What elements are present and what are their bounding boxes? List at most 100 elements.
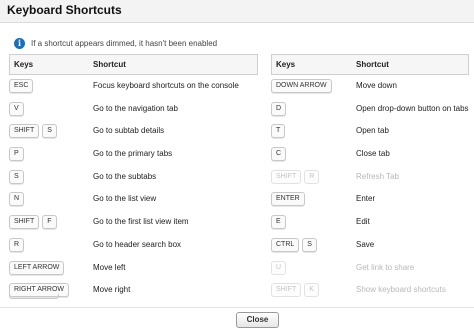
table-row: SHIFT F Go to the first list view item: [9, 211, 258, 234]
key-combo: ESC: [9, 79, 34, 93]
close-button[interactable]: Close: [236, 312, 279, 328]
shortcut-description: Go to subtab details: [93, 126, 165, 136]
shortcut-description: Edit: [356, 217, 370, 227]
key-combo: P: [9, 147, 24, 162]
info-text: If a shortcut appears dimmed, it hasn't …: [31, 38, 218, 48]
table-body: ESC Focus keyboard shortcuts on the conso…: [9, 75, 258, 302]
table-header: Keys Shortcut: [9, 54, 258, 75]
key-cap: K: [304, 283, 319, 298]
shortcut-description: Go to the first list view item: [93, 217, 189, 227]
key-combo: ENTER: [271, 192, 305, 207]
shortcut-description: Move right: [93, 285, 131, 295]
key-combo: V: [9, 101, 24, 116]
key-cap: D: [271, 101, 287, 116]
table-row: CTRL S Save: [271, 234, 469, 257]
key-cap: N: [9, 192, 25, 207]
shortcut-description: Get link to share: [356, 262, 415, 272]
key-cap: U: [271, 260, 287, 275]
key-combo: DOWN ARROW: [271, 79, 332, 93]
shortcut-description: Open tab: [356, 126, 389, 136]
shortcut-description: Go to the list view: [93, 194, 157, 204]
key-cap: SHIFT: [271, 283, 302, 298]
shortcut-column-header: Shortcut: [356, 60, 389, 69]
key-cap: T: [271, 124, 286, 139]
key-combo: T: [271, 124, 286, 139]
key-cap: DOWN ARROW: [271, 79, 332, 93]
key-cap: S: [302, 237, 317, 252]
table-row: ENTER Enter: [271, 188, 469, 211]
key-combo: U: [271, 260, 287, 275]
shortcut-description: Open drop-down button on tabs: [356, 103, 469, 113]
keys-column-header: Keys: [276, 60, 296, 69]
table-row: LEFT ARROW Move left: [9, 257, 258, 280]
key-cap: C: [271, 147, 287, 162]
shortcut-description: Refresh Tab: [356, 171, 399, 181]
table-body: DOWN ARROW Move down D Open drop-down butto…: [271, 75, 469, 302]
key-combo: S: [9, 169, 24, 184]
key-combo: N: [9, 192, 25, 207]
key-cap: LEFT ARROW: [9, 260, 65, 275]
key-combo: E: [271, 215, 286, 230]
key-cap: F: [42, 215, 57, 230]
table-row: D Open drop-down button on tabs: [271, 98, 469, 121]
table-row: V Go to the navigation tab: [9, 98, 258, 121]
key-cap: ENTER: [271, 192, 305, 207]
table-row: U Get link to share: [271, 257, 469, 280]
key-combo: CTRL S: [271, 237, 317, 252]
keys-column-header: Keys: [14, 60, 34, 69]
key-combo: LEFT ARROW: [9, 260, 65, 275]
table-row: C Close tab: [271, 143, 469, 166]
key-cap: P: [9, 147, 24, 162]
table-row: S Go to the subtabs: [9, 166, 258, 189]
key-cap: CTRL: [271, 237, 300, 252]
key-combo: R: [9, 237, 25, 252]
shortcut-description: Move down: [356, 81, 397, 90]
key-combo: SHIFT F: [9, 215, 57, 230]
key-cap: SHIFT: [9, 124, 40, 139]
dialog-title: Keyboard Shortcuts: [7, 3, 122, 17]
key-cap: S: [42, 124, 57, 139]
shortcut-description: Enter: [356, 194, 376, 204]
table-row: R Go to header search box: [9, 234, 258, 257]
key-combo: SHIFT R: [271, 169, 320, 184]
scrolled-key-cap: [9, 294, 59, 299]
table-row: SHIFT R Refresh Tab: [271, 166, 469, 189]
key-cap: SHIFT: [271, 169, 302, 184]
table-row: T Open tab: [271, 120, 469, 143]
shortcut-description: Go to the primary tabs: [93, 149, 173, 159]
shortcut-description: Go to the subtabs: [93, 171, 157, 181]
shortcut-description: Go to header search box: [93, 239, 182, 249]
table-row: DOWN ARROW Move down: [271, 75, 469, 98]
table-row: ESC Focus keyboard shortcuts on the conso…: [9, 75, 258, 98]
key-cap: R: [304, 169, 320, 184]
shortcut-description: Move left: [93, 262, 126, 272]
key-combo: C: [271, 147, 287, 162]
shortcut-description: Show keyboard shortcuts: [356, 285, 446, 295]
key-cap: SHIFT: [9, 215, 40, 230]
key-combo: D: [271, 101, 287, 116]
key-cap: S: [9, 169, 24, 184]
key-combo: SHIFT K: [271, 283, 319, 298]
shortcuts-table-right: Keys Shortcut DOWN ARROW Move down D Open d…: [271, 54, 469, 302]
table-row: E Edit: [271, 211, 469, 234]
table-row: SHIFT S Go to subtab details: [9, 120, 258, 143]
info-icon: i: [14, 37, 25, 49]
shortcut-description: Focus keyboard shortcuts on the console: [93, 81, 239, 90]
shortcut-column-header: Shortcut: [93, 60, 126, 69]
table-row: P Go to the primary tabs: [9, 143, 258, 166]
dialog-header: Keyboard Shortcuts: [0, 0, 474, 23]
shortcut-description: Go to the navigation tab: [93, 103, 178, 113]
shortcut-description: Close tab: [356, 149, 390, 159]
key-cap: V: [9, 101, 24, 116]
shortcuts-table-left: Keys Shortcut ESC Focus keyboard shortcut…: [9, 54, 258, 302]
info-message: i If a shortcut appears dimmed, it hasn'…: [14, 36, 217, 50]
table-header: Keys Shortcut: [271, 54, 469, 75]
table-row: SHIFT K Show keyboard shortcuts: [271, 279, 469, 302]
shortcut-description: Save: [356, 239, 375, 249]
key-cap: E: [271, 215, 286, 230]
table-row: N Go to the list view: [9, 188, 258, 211]
key-cap: ESC: [9, 79, 34, 93]
footer-divider: [0, 307, 474, 308]
key-combo: SHIFT S: [9, 124, 57, 139]
key-cap: R: [9, 237, 25, 252]
